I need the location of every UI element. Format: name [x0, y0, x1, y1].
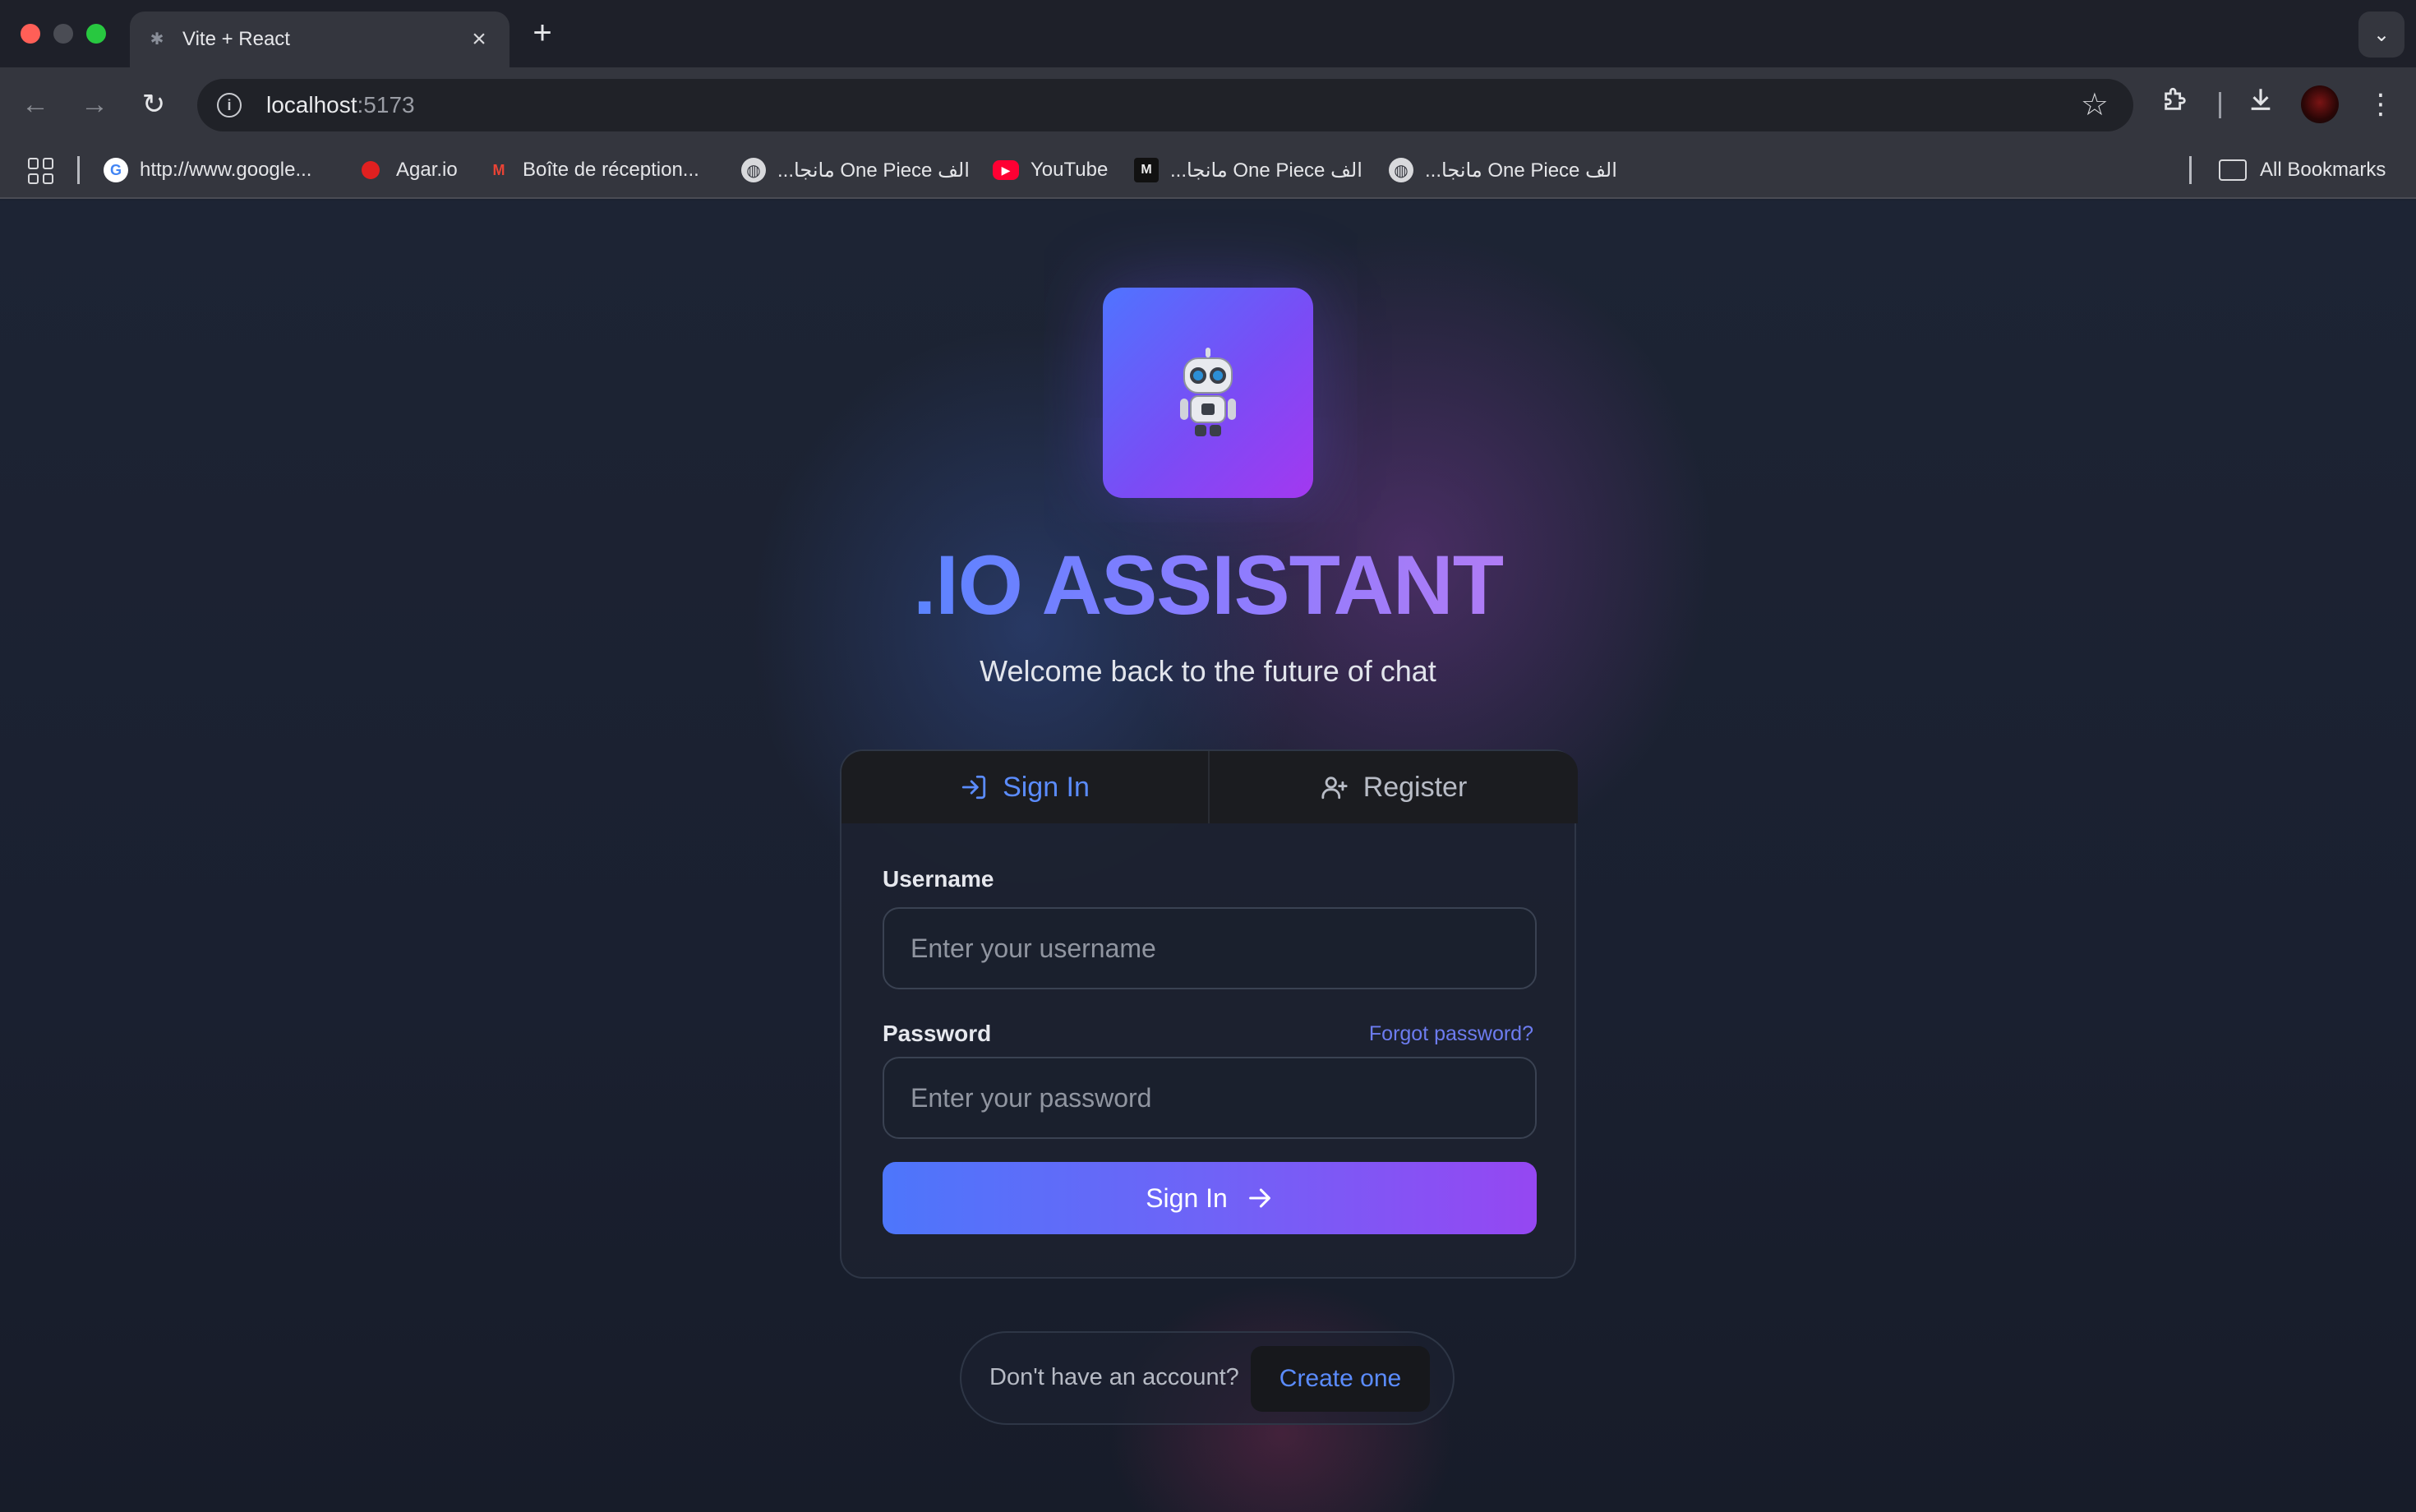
bookmark-label: ...مانجا One Piece الف	[777, 159, 970, 182]
forgot-password-link[interactable]: Forgot password?	[1369, 1022, 1533, 1046]
robot-icon	[1178, 348, 1238, 438]
app-subtitle: Welcome back to the future of chat	[980, 654, 1436, 688]
download-icon[interactable]	[2240, 84, 2281, 125]
bookmark-label: http://www.google...	[140, 159, 312, 181]
tab-register[interactable]: Register	[1210, 751, 1578, 823]
username-placeholder: Enter your username	[911, 933, 1156, 963]
tab-search-button[interactable]: ⌄	[2358, 12, 2404, 58]
app-title: .IO ASSISTANT	[0, 537, 2416, 634]
no-account-text: Don't have an account?	[989, 1364, 1239, 1390]
maximize-window-button[interactable]	[86, 24, 106, 44]
tab-sign-in[interactable]: Sign In	[841, 751, 1210, 823]
site-info-icon[interactable]: i	[217, 93, 242, 118]
auth-tabs: Sign In Register	[841, 751, 1578, 825]
password-label: Password	[883, 1021, 992, 1046]
address-bar[interactable]: i localhost :5173 ☆	[197, 79, 2133, 131]
bookmark-label: ...مانجا One Piece الف	[1170, 159, 1362, 182]
more-menu-icon[interactable]: ⋮	[2360, 84, 2401, 125]
bookmark-google[interactable]: G http://www.google...	[104, 154, 311, 186]
reload-button[interactable]: ↻	[135, 85, 173, 123]
user-plus-icon	[1321, 777, 1348, 800]
vite-favicon-icon: ✱	[150, 30, 164, 48]
browser-tab-active[interactable]: ✱ Vite + React ×	[130, 12, 509, 67]
browser-tabstrip: ✱ Vite + React × + ⌄	[0, 0, 2416, 67]
arrow-right-icon	[1248, 1188, 1270, 1208]
extensions-icon[interactable]	[2155, 84, 2196, 125]
toolbar-divider	[2219, 92, 2221, 118]
chevron-down-icon: ⌄	[2372, 23, 2391, 46]
bookmark-one-piece-1[interactable]: ◍ ...مانجا One Piece الف	[741, 154, 970, 186]
password-input[interactable]: Enter your password	[883, 1057, 1537, 1139]
back-button[interactable]: ←	[16, 85, 54, 123]
bookmark-label: ...مانجا One Piece الف	[1425, 159, 1617, 182]
bookmark-agar[interactable]: Agar.io	[358, 154, 458, 186]
sign-in-button-label: Sign In	[1146, 1182, 1228, 1213]
all-bookmarks-label: All Bookmarks	[2260, 159, 2386, 181]
sign-in-icon	[961, 775, 986, 800]
bookmark-youtube[interactable]: ▶ YouTube	[993, 154, 1108, 186]
folder-icon	[2219, 159, 2247, 181]
globe-icon: ◍	[741, 158, 766, 182]
gmail-icon: M	[492, 161, 505, 178]
all-bookmarks-button[interactable]: All Bookmarks	[2219, 154, 2386, 186]
tab-sign-in-label: Sign In	[1003, 771, 1090, 803]
forward-button[interactable]: →	[76, 85, 113, 123]
bookmarks-divider	[2189, 156, 2192, 184]
url-host: localhost	[266, 92, 357, 118]
bookmark-label: Agar.io	[396, 159, 458, 181]
app-logo	[1103, 288, 1313, 498]
tab-register-label: Register	[1362, 771, 1468, 803]
new-tab-button[interactable]: +	[528, 15, 557, 51]
agar-icon	[362, 161, 380, 179]
password-placeholder: Enter your password	[911, 1082, 1152, 1113]
close-window-button[interactable]	[21, 24, 40, 44]
url-port: :5173	[357, 92, 415, 118]
username-input[interactable]: Enter your username	[883, 907, 1537, 989]
create-account-button[interactable]: Create one	[1251, 1346, 1430, 1412]
profile-avatar[interactable]	[2301, 85, 2339, 123]
bookmark-gmail[interactable]: M Boîte de réception...	[486, 154, 699, 186]
tab-title: Vite + React	[182, 28, 290, 50]
tab-close-icon[interactable]: ×	[467, 25, 491, 53]
sign-in-button[interactable]: Sign In	[883, 1162, 1537, 1234]
google-icon: G	[104, 158, 128, 182]
bookmark-star-icon[interactable]: ☆	[2081, 89, 2109, 122]
bookmark-one-piece-2[interactable]: M ...مانجا One Piece الف	[1134, 154, 1362, 186]
bookmark-label: YouTube	[1030, 159, 1109, 181]
globe-icon: ◍	[1389, 158, 1413, 182]
auth-card: Sign In Register Username Enter your use…	[840, 749, 1578, 1279]
bookmark-label: Boîte de réception...	[523, 159, 699, 181]
bookmarks-bar: G http://www.google... Agar.io M Boîte d…	[0, 141, 2416, 199]
youtube-icon: ▶	[993, 160, 1019, 180]
create-account-prompt: Don't have an account? Create one	[960, 1331, 1455, 1425]
manga-icon: M	[1134, 158, 1159, 182]
username-label: Username	[883, 866, 994, 892]
apps-grid-icon[interactable]	[28, 158, 54, 184]
login-page: .IO ASSISTANT Welcome back to the future…	[0, 201, 2416, 1512]
bookmarks-divider	[77, 156, 80, 184]
minimize-window-button[interactable]	[53, 24, 73, 44]
app-title-text: .IO ASSISTANT	[912, 538, 1504, 632]
browser-toolbar: ← → ↻ i localhost :5173 ☆ ⋮	[0, 67, 2416, 141]
bookmark-one-piece-3[interactable]: ◍ ...مانجا One Piece الف	[1389, 154, 1617, 186]
